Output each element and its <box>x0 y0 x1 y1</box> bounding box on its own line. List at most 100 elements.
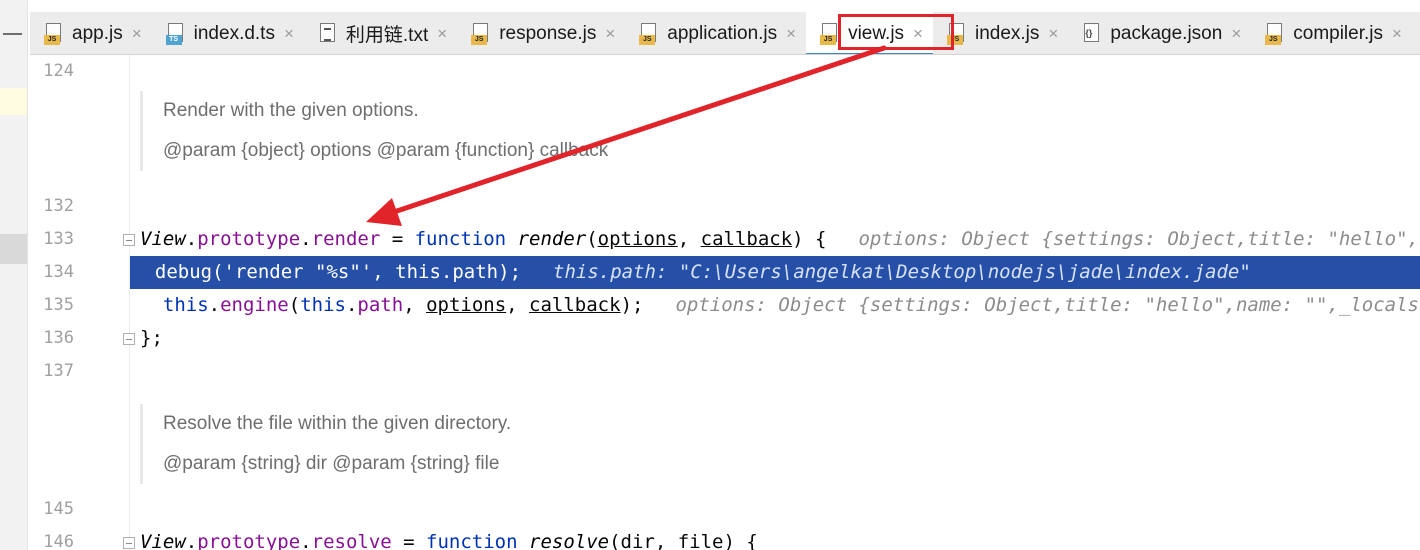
tab-label: compiler.js <box>1293 22 1383 44</box>
property: prototype <box>197 228 301 250</box>
close-icon[interactable]: × <box>605 24 615 44</box>
close-icon[interactable]: × <box>913 24 923 44</box>
punctuation: , <box>506 294 530 316</box>
rendered-doc-comment: Render with the given options. @param {o… <box>140 91 1410 171</box>
property: path <box>452 261 499 283</box>
argument: options <box>426 294 507 316</box>
editor-tab-bar: JS app.js × TS index.d.ts × 利用链.txt × JS response… <box>30 12 1420 55</box>
code-line-146[interactable]: View.prototype.resolve = function resolv… <box>132 526 1420 550</box>
punctuation: ( <box>288 294 301 316</box>
js-file-icon: JS <box>946 22 967 45</box>
line-number: 134 <box>30 256 74 289</box>
punctuation: (dir, file) { <box>609 531 758 550</box>
line-number: 137 <box>43 361 74 381</box>
punctuation: . <box>185 531 198 550</box>
close-icon[interactable]: × <box>284 24 294 44</box>
punctuation: . <box>300 531 312 550</box>
parameter: options <box>597 228 678 250</box>
argument: callback <box>529 294 621 316</box>
property: path <box>357 294 404 316</box>
tab-label: 利用链.txt <box>345 25 429 46</box>
tab-response-js[interactable]: JS response.js × <box>457 12 625 54</box>
property: render <box>311 228 381 250</box>
function-name: render <box>517 228 587 250</box>
property: resolve <box>311 531 392 550</box>
text-file-icon <box>318 22 338 45</box>
punctuation: , <box>403 294 427 316</box>
close-icon[interactable]: × <box>132 24 142 44</box>
line-number: 136 <box>43 328 74 348</box>
punctuation: , <box>677 228 701 250</box>
tab-txt[interactable]: 利用链.txt × <box>304 12 457 54</box>
tab-label: response.js <box>499 22 597 44</box>
doc-params: @param {string} dir @param {string} file <box>163 453 500 474</box>
inline-debug-hint: this.path: "C:\Users\angelkat\Desktop\no… <box>553 261 1251 283</box>
keyword: this <box>300 294 346 316</box>
tab-label: application.js <box>667 22 778 44</box>
code-line-133[interactable]: View.prototype.render = function render(… <box>132 223 1420 256</box>
parameter: callback <box>700 228 793 250</box>
doc-summary: Render with the given options. <box>163 100 419 121</box>
punctuation: . <box>440 261 453 283</box>
operator: = <box>380 228 415 250</box>
tab-application-js[interactable]: JS application.js × <box>625 12 806 54</box>
close-icon[interactable]: × <box>1392 24 1402 44</box>
tab-view-js[interactable]: JS view.js × <box>806 12 933 54</box>
operator: = <box>391 531 427 550</box>
js-file-icon: JS <box>471 22 491 45</box>
gutter-marker <box>0 88 27 115</box>
punctuation: . <box>300 228 312 250</box>
keyword: this <box>162 294 209 316</box>
line-number: 133 <box>43 229 74 249</box>
close-icon[interactable]: × <box>1048 24 1058 44</box>
punctuation: ); <box>498 261 522 283</box>
js-file-icon: JS <box>639 22 659 45</box>
ts-file-icon: TS <box>165 22 186 45</box>
keyword: function <box>414 228 507 250</box>
gutter-marker <box>0 234 27 264</box>
tab-compiler-js[interactable]: JS compiler.js × <box>1251 12 1412 54</box>
tab-app-js[interactable]: JS app.js × <box>30 12 152 54</box>
string-literal: 'render "%s"' <box>223 261 373 283</box>
line-number: 146 <box>43 532 74 550</box>
tab-package-json[interactable]: package.json × <box>1068 12 1251 54</box>
tab-label: index.d.ts <box>193 22 275 44</box>
doc-summary: Resolve the file within the given direct… <box>163 413 512 434</box>
inline-debug-hint: options: Object {settings: Object,title:… <box>675 294 1420 316</box>
doc-params: @param {object} options @param {function… <box>163 140 609 161</box>
code-line-135[interactable]: this.engine(this.path, options, callback… <box>132 289 1420 322</box>
line-number: 135 <box>43 295 74 315</box>
punctuation: . <box>208 294 221 316</box>
js-file-icon: JS <box>820 22 840 45</box>
line-number: 124 <box>43 61 74 81</box>
tab-index-js[interactable]: JS index.js × <box>933 12 1068 54</box>
line-number: 132 <box>43 196 74 216</box>
line-number: 145 <box>43 499 74 519</box>
tab-label: app.js <box>72 22 123 44</box>
code-editor[interactable]: 124 Render with the given options. @para… <box>30 55 1420 550</box>
collapse-icon[interactable] <box>3 33 22 35</box>
inline-debug-hint: options: Object {settings: Object,title:… <box>858 228 1420 250</box>
keyword: this <box>395 261 441 283</box>
class-name: View <box>140 228 186 250</box>
function-call: debug( <box>154 261 224 283</box>
punctuation: ); <box>620 294 644 316</box>
tab-index-d-ts[interactable]: TS index.d.ts × <box>152 12 304 54</box>
left-tool-strip <box>0 0 28 550</box>
rendered-doc-comment: Resolve the file within the given direct… <box>140 404 1410 484</box>
js-file-icon: JS <box>44 22 64 45</box>
code-line-134-selected[interactable]: debug('render "%s"', this.path); this.pat… <box>130 256 1420 289</box>
tab-label: index.js <box>974 22 1040 44</box>
code-line-136[interactable]: }; <box>132 322 1420 355</box>
close-icon[interactable]: × <box>1231 24 1241 44</box>
close-icon[interactable]: × <box>786 24 796 44</box>
js-file-icon: JS <box>1265 22 1285 45</box>
json-file-icon <box>1082 22 1102 45</box>
class-name: View <box>140 531 186 550</box>
tab-label: package.json <box>1110 22 1223 44</box>
punctuation: ( <box>586 228 598 250</box>
close-icon[interactable]: × <box>437 24 447 44</box>
